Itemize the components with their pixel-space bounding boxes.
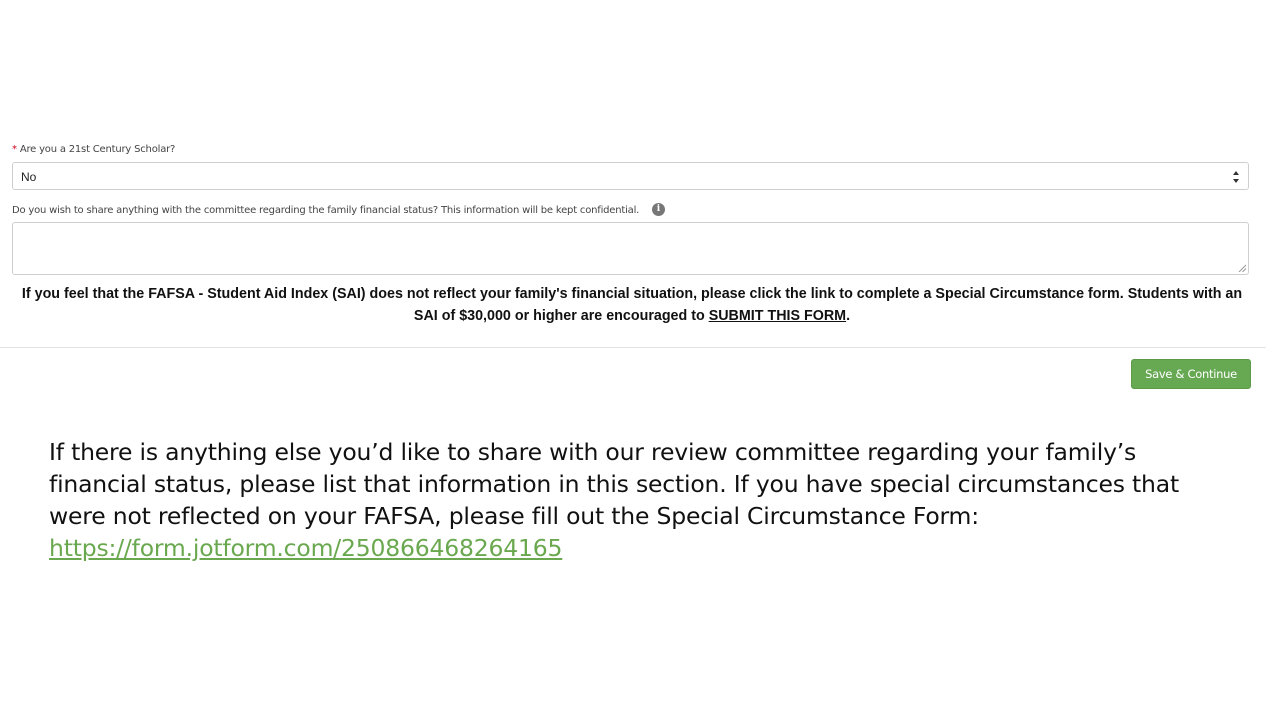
instruction-note: If there is anything else you’d like to … <box>49 436 1229 564</box>
financial-status-textarea[interactable] <box>12 222 1249 275</box>
instruction-text: If there is anything else you’d like to … <box>49 438 1179 530</box>
scholar-question-label: * Are you a 21st Century Scholar? <box>12 144 175 155</box>
special-circumstance-notice: If you feel that the FAFSA - Student Aid… <box>12 283 1252 327</box>
save-continue-button[interactable]: Save & Continue <box>1131 359 1251 389</box>
notice-text: If you feel that the FAFSA - Student Aid… <box>21 286 1243 324</box>
jotform-link[interactable]: https://form.jotform.com/250866468264165 <box>49 534 562 562</box>
submit-this-form-link[interactable]: SUBMIT THIS FORM <box>709 308 846 324</box>
select-arrows-icon <box>1233 171 1239 183</box>
required-mark: * <box>12 144 17 155</box>
resize-handle-icon[interactable] <box>1238 264 1246 272</box>
share-question-label: Do you wish to share anything with the c… <box>12 205 640 216</box>
scholar-select-value: No <box>21 170 37 184</box>
info-icon[interactable]: i <box>652 203 665 216</box>
scholar-question-text: Are you a 21st Century Scholar? <box>19 144 176 155</box>
notice-end: . <box>846 308 851 324</box>
scholar-select[interactable]: No <box>12 162 1249 190</box>
divider <box>0 347 1266 348</box>
